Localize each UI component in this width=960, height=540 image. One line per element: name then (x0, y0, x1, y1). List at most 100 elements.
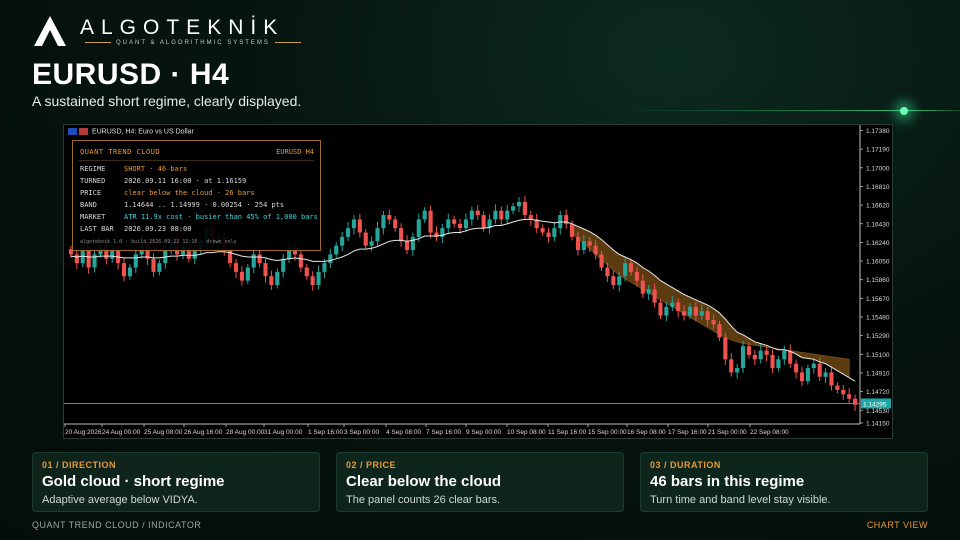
y-tick-label: 1.15100 (866, 352, 890, 359)
trend-cloud (571, 223, 850, 379)
panel-row-last-bar: LAST BAR 2026.09.23 08:00 (80, 225, 192, 233)
card-body: Adaptive average below VIDYA. (42, 494, 198, 506)
page-title: EURUSD · H4 (32, 58, 230, 91)
x-tick-label: 20 Aug 2026 (65, 429, 102, 436)
candle-body (752, 354, 757, 360)
x-tick-label: 28 Aug 00:00 (226, 429, 265, 436)
candle-body (511, 206, 516, 211)
candle-body (581, 241, 586, 251)
candle-body (269, 276, 274, 285)
x-tick-label: 1 Sep 16:00 (308, 429, 343, 436)
candle-body (699, 311, 704, 316)
flag-eu-icon (68, 128, 77, 135)
candle-body (121, 263, 127, 277)
y-tick-label: 1.14530 (866, 408, 890, 415)
candle-body (764, 350, 769, 355)
candle-body (546, 232, 551, 237)
candle-body (74, 254, 79, 264)
indicator-panel: QUANT TREND CLOUD EURUSD H4 REGIME SHORT … (72, 140, 321, 251)
decorative-glow-dot (900, 107, 908, 115)
candle-body (481, 215, 486, 229)
candle-body (711, 319, 716, 325)
card-kicker: 03 / DURATION (650, 460, 721, 470)
candle-body (393, 219, 398, 229)
candle-body (817, 363, 822, 377)
card-title: Gold cloud · short regime (42, 473, 225, 490)
candle-body (357, 219, 362, 233)
y-tick-label: 1.15290 (866, 333, 890, 340)
x-tick-label: 24 Aug 00:00 (102, 429, 141, 436)
candle-body (351, 219, 356, 229)
candle-body (687, 306, 693, 316)
candle-body (410, 236, 415, 251)
candle-body (245, 267, 250, 281)
candle-body (570, 223, 575, 237)
candle-body (334, 245, 339, 255)
card-title: 46 bars in this regime (650, 473, 805, 490)
candle-body (599, 254, 604, 268)
candle-body (540, 228, 545, 233)
x-tick-label: 16 Sep 08:00 (627, 429, 666, 436)
candle-body (239, 271, 244, 281)
candle-body (735, 368, 740, 373)
candle-body (304, 267, 309, 277)
candle-body (233, 263, 239, 272)
brand-tagline: QUANT & ALGORITHMIC SYSTEMS (80, 40, 306, 46)
candle-body (475, 210, 480, 216)
chart-window[interactable]: 1.14295 1.17380 1.17190 1.17000 1.16810 1.166… (63, 124, 893, 439)
candle-body (723, 337, 728, 360)
candle-body (404, 241, 410, 251)
candle-body (457, 223, 463, 229)
candle-body (257, 254, 262, 264)
y-tick-label: 1.15480 (866, 315, 890, 322)
candle-body (770, 354, 775, 369)
candle-body (617, 276, 622, 285)
y-tick-label: 1.15670 (866, 296, 890, 303)
candle-body (805, 368, 810, 382)
candle-body (157, 263, 162, 272)
x-tick-label: 17 Sep 16:00 (668, 429, 707, 436)
card-price: 02 / PRICE Clear below the cloud The pan… (336, 452, 624, 512)
candle-body (575, 236, 581, 251)
y-tick-label: 1.14720 (866, 389, 890, 396)
candle-body (369, 241, 374, 246)
panel-row-price: PRICE clear below the cloud · 26 bars (80, 189, 255, 197)
panel-title: QUANT TREND CLOUD (80, 148, 161, 156)
candle-body (746, 346, 751, 355)
candle-body (499, 210, 504, 220)
panel-row-market: MARKET ATR 11.9x cost · busier than 45% o… (80, 213, 318, 221)
panel-row-turned: TURNED 2026.09.11 16:00 · at 1.16159 (80, 177, 247, 185)
x-tick-label: 10 Sep 08:00 (507, 429, 546, 436)
y-tick-label: 1.15860 (866, 277, 890, 284)
candle-body (340, 236, 345, 246)
card-body: Turn time and band level stay visible. (650, 494, 831, 506)
chart-window-title: EURUSD, H4: Euro vs US Dollar (68, 128, 194, 135)
candle-body (133, 254, 138, 268)
candle-body (463, 219, 469, 229)
candle-body (758, 350, 763, 360)
panel-symbol: EURUSD H4 (276, 148, 314, 156)
candle-body (416, 219, 421, 237)
candle-body (328, 254, 333, 264)
candle-body (676, 302, 681, 312)
y-tick-label: 1.16620 (866, 203, 890, 210)
candle-body (345, 228, 351, 237)
candle-body (310, 276, 315, 285)
y-tick-label: 1.16240 (866, 240, 890, 247)
candle-body (110, 250, 115, 259)
candle-body (740, 346, 746, 369)
x-tick-label: 31 Aug 00:00 (264, 429, 303, 436)
y-tick-label: 1.17190 (866, 147, 890, 154)
candle-body (693, 306, 698, 316)
chart-view-link[interactable]: CHART VIEW (867, 520, 928, 530)
candle-body (682, 311, 687, 316)
y-tick-label: 1.14910 (866, 370, 890, 377)
x-tick-label: 7 Sep 16:00 (426, 429, 461, 436)
candle-body (375, 228, 380, 242)
candle-body (263, 263, 268, 277)
candle-body (251, 254, 256, 268)
candle-body (516, 201, 522, 207)
candle-body (823, 372, 828, 377)
x-tick-label: 15 Sep 00:00 (588, 429, 627, 436)
y-tick-label: 1.16430 (866, 221, 890, 228)
